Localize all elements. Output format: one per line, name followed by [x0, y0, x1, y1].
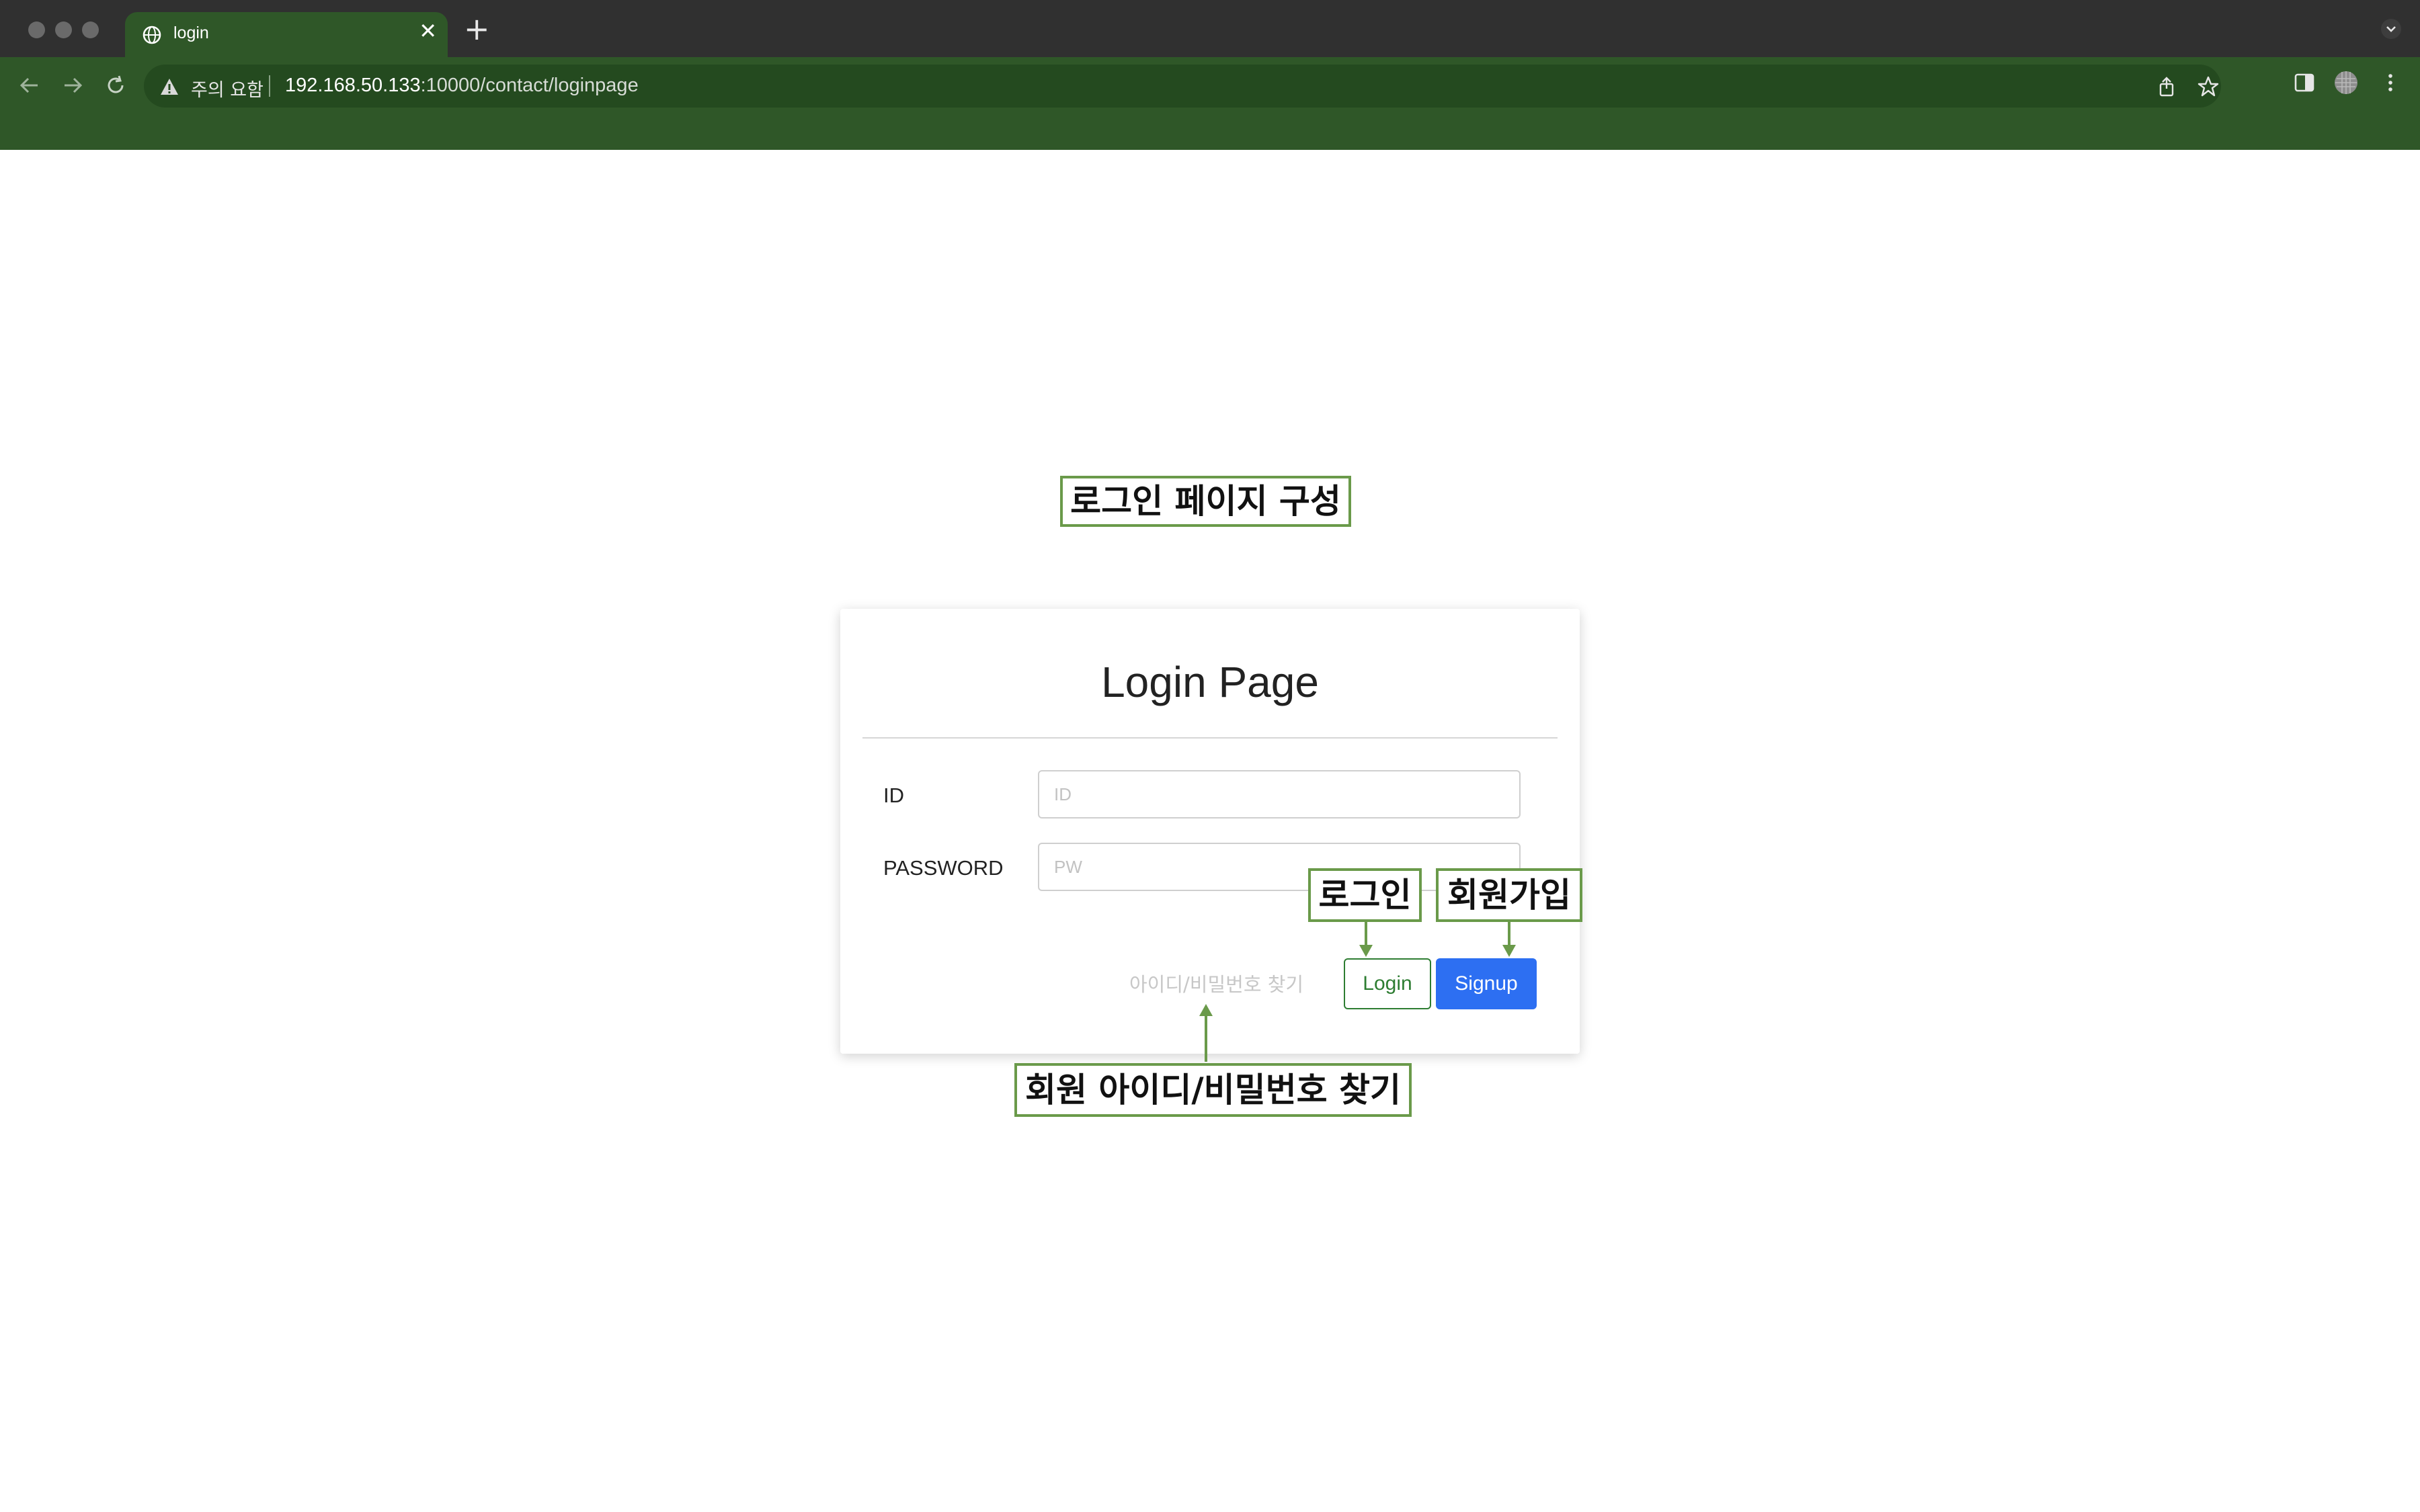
password-label: PASSWORD [883, 856, 1004, 880]
close-tab-icon[interactable]: ✕ [419, 20, 437, 42]
divider [862, 737, 1558, 739]
id-label: ID [883, 784, 904, 807]
security-warning-label[interactable]: 주의 요함 [191, 75, 264, 101]
url-text[interactable]: 192.168.50.133:10000/contact/loginpage [285, 75, 639, 97]
page-title: Login Page [1101, 658, 1319, 706]
reload-icon[interactable] [101, 71, 130, 100]
annotation-login: 로그인 [1308, 868, 1422, 922]
annotation-signup: 회원가입 [1436, 868, 1582, 922]
window-zoom-dot[interactable] [82, 22, 99, 38]
window-minimize-dot[interactable] [55, 22, 72, 38]
profile-icon[interactable] [2333, 69, 2360, 96]
tab-strip: login ✕ + [0, 0, 2420, 57]
url-host: 192.168.50.133 [285, 75, 421, 96]
new-tab-button[interactable]: + [464, 13, 490, 44]
browser-tab[interactable]: login ✕ [125, 12, 448, 57]
find-account-link[interactable]: 아이디/비밀번호 찾기 [1129, 969, 1303, 997]
arrow-up-icon [1199, 1004, 1213, 1062]
url-path: :10000/contact/loginpage [420, 75, 639, 96]
annotation-page-header: 로그인 페이지 구성 [1060, 476, 1351, 527]
tab-title: login [173, 24, 209, 42]
arrow-down-icon [1359, 922, 1373, 957]
forward-icon[interactable] [58, 71, 87, 100]
annotation-find-account: 회원 아이디/비밀번호 찾기 [1014, 1063, 1412, 1117]
back-icon[interactable] [15, 71, 44, 100]
id-input[interactable] [1038, 770, 1521, 818]
signup-button[interactable]: Signup [1436, 958, 1537, 1009]
window-close-dot[interactable] [28, 22, 45, 38]
warning-icon[interactable] [160, 78, 179, 95]
star-icon[interactable] [2197, 75, 2220, 98]
side-panel-icon[interactable] [2291, 69, 2318, 96]
url-divider [269, 75, 270, 97]
login-button[interactable]: Login [1344, 958, 1431, 1009]
address-bar[interactable]: 주의 요함 192.168.50.133:10000/contact/login… [144, 65, 2221, 108]
browser-toolbar: 주의 요함 192.168.50.133:10000/contact/login… [0, 57, 2420, 150]
arrow-down-icon [1502, 922, 1516, 957]
chevron-down-icon[interactable] [2381, 19, 2401, 39]
login-card: Login Page ID PASSWORD 아이디/비밀번호 찾기 Login… [840, 609, 1580, 1054]
menu-icon[interactable] [2377, 69, 2404, 96]
globe-icon [143, 26, 161, 44]
share-icon[interactable] [2155, 75, 2178, 98]
